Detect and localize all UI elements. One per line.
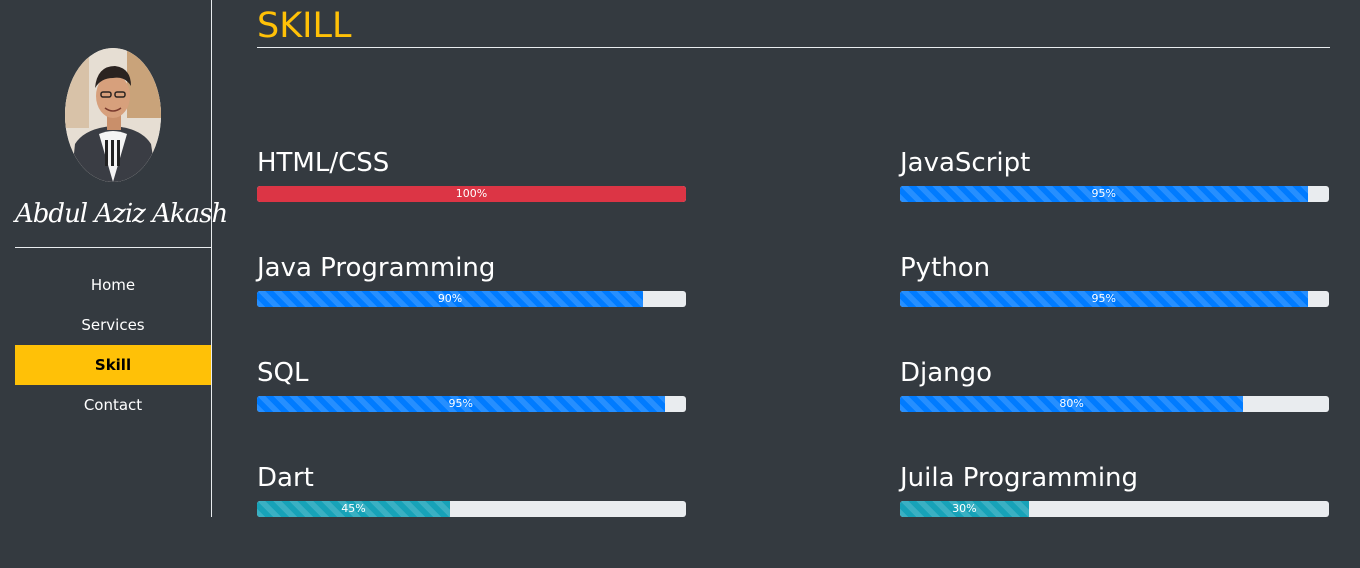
nav-contact[interactable]: Contact: [15, 385, 211, 425]
skill-julia-programming: Juila Programming 30%: [900, 463, 1329, 517]
progress-track: 95%: [900, 291, 1329, 307]
progress-track: 95%: [900, 186, 1329, 202]
progress-bar: 95%: [900, 186, 1308, 202]
sidebar-nav: Home Services Skill Contact: [15, 265, 211, 425]
skill-name: JavaScript: [900, 148, 1031, 178]
skill-python: Python 95%: [900, 253, 1329, 307]
progress-track: 90%: [257, 291, 686, 307]
sidebar: Abdul Aziz Akash Home Services Skill Con…: [15, 0, 228, 517]
progress-track: 100%: [257, 186, 686, 202]
skill-name: Python: [900, 253, 991, 283]
skill-javascript: JavaScript 95%: [900, 148, 1329, 202]
progress-track: 30%: [900, 501, 1329, 517]
title-divider: [257, 47, 1330, 48]
progress-bar: 30%: [900, 501, 1029, 517]
nav-skill[interactable]: Skill: [15, 345, 211, 385]
skill-dart: Dart 45%: [257, 463, 686, 517]
skill-sql: SQL 95%: [257, 358, 686, 412]
skill-name: SQL: [257, 358, 309, 388]
progress-track: 80%: [900, 396, 1329, 412]
progress-bar: 90%: [257, 291, 644, 307]
avatar-photo: [65, 48, 161, 182]
progress-bar: 95%: [900, 291, 1308, 307]
avatar: [65, 48, 161, 182]
progress-bar: 80%: [900, 396, 1244, 412]
progress-bar: 100%: [257, 186, 686, 202]
progress-track: 95%: [257, 396, 686, 412]
skill-name: Juila Programming: [900, 463, 1139, 493]
progress-bar: 95%: [257, 396, 665, 412]
sidebar-divider: [15, 247, 211, 248]
skill-java-programming: Java Programming 90%: [257, 253, 686, 307]
progress-bar: 45%: [257, 501, 451, 517]
page-title: SKILL: [257, 6, 352, 46]
site-owner-name: Abdul Aziz Akash: [15, 199, 228, 229]
skill-name: HTML/CSS: [257, 148, 390, 178]
skill-django: Django 80%: [900, 358, 1329, 412]
skill-name: Django: [900, 358, 993, 388]
progress-track: 45%: [257, 501, 686, 517]
nav-home[interactable]: Home: [15, 265, 211, 305]
skill-name: Dart: [257, 463, 314, 493]
nav-services[interactable]: Services: [15, 305, 211, 345]
skill-html-css: HTML/CSS 100%: [257, 148, 686, 202]
skill-name: Java Programming: [257, 253, 496, 283]
